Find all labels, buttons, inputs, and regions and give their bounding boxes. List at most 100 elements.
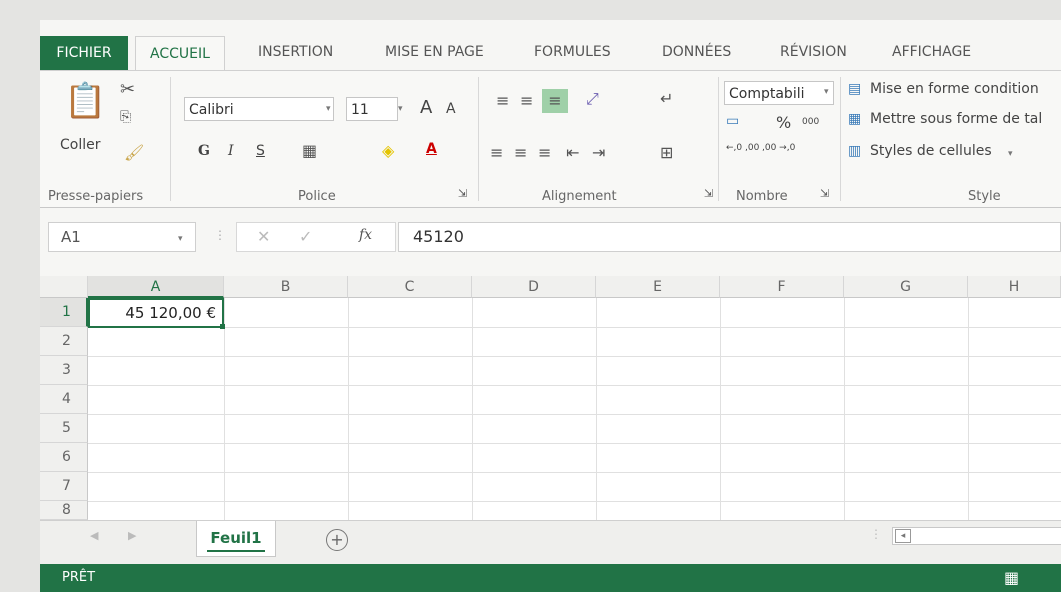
formula-buttons: ✕ ✓ fx bbox=[236, 222, 396, 252]
shrink-font-button[interactable]: A bbox=[446, 101, 456, 117]
tab-data[interactable]: DONNÉES bbox=[662, 44, 731, 60]
chevron-down-icon[interactable]: ▾ bbox=[326, 104, 331, 114]
normal-view-icon[interactable]: ▦ bbox=[1004, 568, 1019, 587]
chevron-down-icon[interactable]: ▾ bbox=[824, 87, 829, 97]
italic-button[interactable]: I bbox=[228, 143, 234, 159]
column-header-h[interactable]: H bbox=[968, 276, 1061, 298]
dialog-launcher-icon[interactable]: ⇲ bbox=[458, 187, 467, 200]
tab-home[interactable]: ACCUEIL bbox=[135, 36, 225, 73]
scroll-left-icon[interactable]: ◀ bbox=[90, 529, 98, 542]
align-bottom-icon[interactable]: ≡ bbox=[542, 89, 568, 113]
gridline bbox=[88, 501, 1061, 502]
column-header-g[interactable]: G bbox=[844, 276, 968, 298]
orientation-icon[interactable]: ⤢ bbox=[586, 89, 599, 109]
column-header-f[interactable]: F bbox=[720, 276, 844, 298]
insert-function-button[interactable]: fx bbox=[359, 227, 372, 243]
paste-icon[interactable]: 📋 bbox=[64, 81, 106, 121]
scroll-left-icon[interactable]: ◂ bbox=[895, 529, 911, 543]
tab-file[interactable]: FICHIER bbox=[40, 36, 128, 70]
format-table-button[interactable]: Mettre sous forme de tal bbox=[870, 111, 1042, 127]
row-header-1[interactable]: 1 bbox=[40, 298, 88, 327]
status-ready: PRÊT bbox=[62, 570, 96, 585]
format-table-icon[interactable]: ▦ bbox=[848, 111, 861, 127]
enter-icon[interactable]: ✓ bbox=[299, 227, 312, 246]
align-center-icon[interactable]: ≡ bbox=[514, 143, 527, 162]
align-top-icon[interactable]: ≡ bbox=[496, 91, 509, 110]
chevron-down-icon[interactable]: ▾ bbox=[1008, 149, 1013, 159]
tab-insert[interactable]: INSERTION bbox=[258, 44, 333, 60]
align-right-icon[interactable]: ≡ bbox=[538, 143, 551, 162]
gridline bbox=[88, 443, 1061, 444]
underline-button[interactable]: S bbox=[256, 143, 265, 159]
row-header-2[interactable]: 2 bbox=[40, 327, 88, 356]
chevron-down-icon[interactable]: ▾ bbox=[178, 234, 183, 244]
sheet-tab-bar: ◀ ▶ Feuil1 + ⋮ ◂ bbox=[40, 520, 1061, 565]
tab-page-layout[interactable]: MISE EN PAGE bbox=[385, 44, 484, 60]
conditional-format-button[interactable]: Mise en forme condition bbox=[870, 81, 1039, 97]
wrap-text-icon[interactable]: ↵ bbox=[660, 89, 673, 108]
column-header-e[interactable]: E bbox=[596, 276, 720, 298]
align-left-icon[interactable]: ≡ bbox=[490, 143, 503, 162]
thousands-button[interactable]: 000 bbox=[802, 117, 819, 127]
font-color-button[interactable]: A bbox=[426, 141, 437, 157]
decrease-decimal-button[interactable]: ,00 →,0 bbox=[762, 143, 795, 153]
row-header-8[interactable]: 8 bbox=[40, 501, 88, 520]
column-header-b[interactable]: B bbox=[224, 276, 348, 298]
cell-a1[interactable]: 45 120,00 € bbox=[88, 298, 224, 328]
cell-styles-icon[interactable]: ▥ bbox=[848, 143, 861, 159]
decrease-indent-icon[interactable]: ⇤ bbox=[566, 143, 579, 162]
fill-handle[interactable] bbox=[220, 324, 225, 329]
conditional-format-icon[interactable]: ▤ bbox=[848, 81, 861, 97]
chevron-down-icon[interactable]: ▾ bbox=[398, 104, 403, 114]
sheet-tab-feuil1[interactable]: Feuil1 bbox=[196, 521, 276, 557]
fill-color-icon[interactable]: ◈ bbox=[382, 141, 394, 160]
dialog-launcher-icon[interactable]: ⇲ bbox=[820, 187, 829, 200]
tab-formulas[interactable]: FORMULES bbox=[534, 44, 611, 60]
gridline bbox=[844, 298, 845, 520]
more-options-icon: ⋮ bbox=[870, 527, 882, 541]
cell-styles-button[interactable]: Styles de cellules bbox=[870, 143, 992, 159]
column-header-d[interactable]: D bbox=[472, 276, 596, 298]
cut-icon[interactable]: ✂ bbox=[120, 79, 135, 100]
add-sheet-button[interactable]: + bbox=[326, 529, 348, 551]
row-header-7[interactable]: 7 bbox=[40, 472, 88, 501]
merge-center-icon[interactable]: ⊞ bbox=[660, 143, 673, 162]
row-header-5[interactable]: 5 bbox=[40, 414, 88, 443]
bold-button[interactable]: G bbox=[198, 143, 210, 159]
gridline bbox=[596, 298, 597, 520]
grow-font-button[interactable]: A bbox=[420, 97, 432, 118]
align-middle-icon[interactable]: ≡ bbox=[520, 91, 533, 110]
column-header-c[interactable]: C bbox=[348, 276, 472, 298]
name-box[interactable]: A1 bbox=[48, 222, 196, 252]
borders-icon[interactable]: ▦ bbox=[302, 141, 317, 160]
increase-decimal-button[interactable]: ←,0 ,00 bbox=[726, 143, 759, 153]
percent-button[interactable]: % bbox=[776, 113, 791, 132]
tab-review[interactable]: RÉVISION bbox=[780, 44, 847, 60]
clipboard-group-label: Presse-papiers bbox=[48, 189, 144, 204]
row-header-3[interactable]: 3 bbox=[40, 356, 88, 385]
accounting-icon[interactable]: ▭ bbox=[726, 113, 739, 129]
number-format-combo[interactable]: Comptabili bbox=[724, 81, 834, 105]
cancel-icon[interactable]: ✕ bbox=[257, 227, 270, 246]
alignment-group-label: Alignement bbox=[542, 189, 617, 204]
scroll-right-icon[interactable]: ▶ bbox=[128, 529, 136, 542]
font-size-combo[interactable]: 11 bbox=[346, 97, 398, 121]
font-name-combo[interactable]: Calibri bbox=[184, 97, 334, 121]
gridline bbox=[968, 298, 969, 520]
row-header-4[interactable]: 4 bbox=[40, 385, 88, 414]
horizontal-scrollbar[interactable]: ◂ bbox=[892, 527, 1061, 545]
paste-button[interactable]: Coller bbox=[60, 137, 101, 153]
format-painter-icon[interactable]: 🖌 bbox=[124, 143, 144, 162]
column-header-a[interactable]: A bbox=[88, 276, 224, 298]
select-all-corner[interactable] bbox=[40, 276, 88, 298]
separator bbox=[170, 77, 171, 201]
formula-input[interactable]: 45120 bbox=[398, 222, 1061, 252]
tab-view[interactable]: AFFICHAGE bbox=[892, 44, 971, 60]
row-header-6[interactable]: 6 bbox=[40, 443, 88, 472]
gridline bbox=[88, 414, 1061, 415]
increase-indent-icon[interactable]: ⇥ bbox=[592, 143, 605, 162]
dialog-launcher-icon[interactable]: ⇲ bbox=[704, 187, 713, 200]
copy-icon[interactable]: ⎘ bbox=[120, 109, 131, 125]
separator bbox=[478, 77, 479, 201]
status-bar: PRÊT ▦ bbox=[40, 564, 1061, 592]
